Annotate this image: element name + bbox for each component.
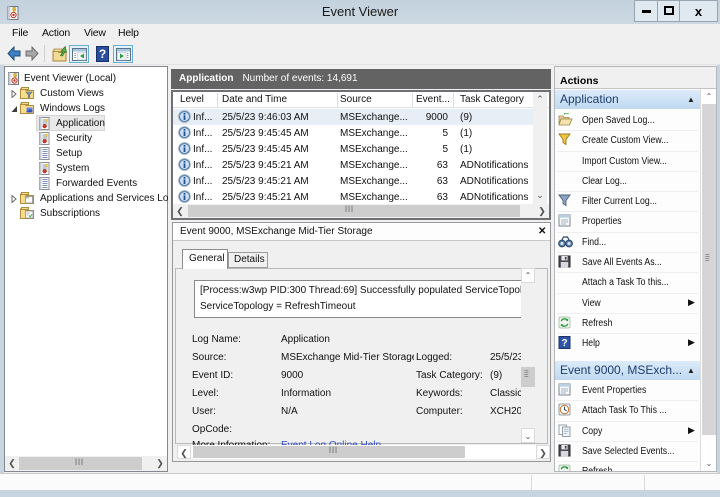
svg-text:?: ? [561, 338, 567, 349]
